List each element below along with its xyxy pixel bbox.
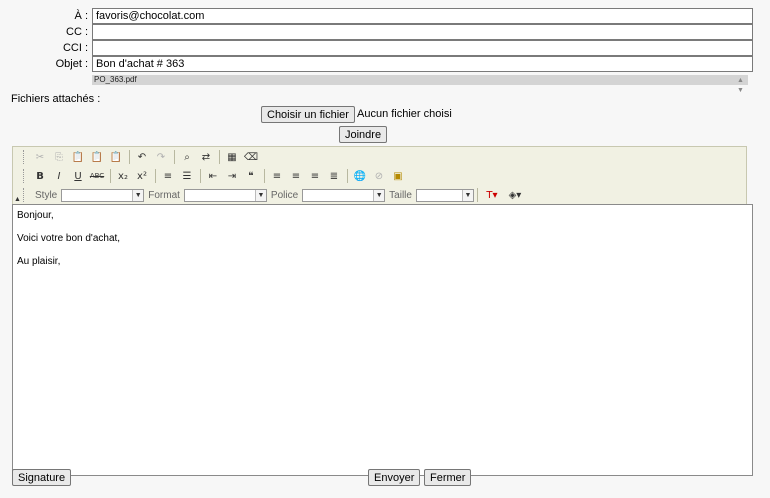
unlink-icon[interactable]: ⊘ [370,168,388,184]
toolbar-grip[interactable] [23,169,27,183]
justify-icon[interactable]: ≣ [325,168,343,184]
font-label: Police [270,189,299,201]
eraser-icon[interactable]: ⌫ [242,149,260,165]
chevron-down-icon[interactable]: ▼ [132,189,144,201]
image-icon[interactable]: ▣ [389,168,407,184]
attachment-item[interactable]: PO_363.pdf [94,75,137,84]
chevron-down-icon[interactable]: ▼ [254,189,266,201]
indent-icon[interactable]: ⇥ [223,168,241,184]
paste-text-icon[interactable]: 📋 [88,149,106,165]
toolbar-row-2: B I U ABC x₂ x² ≡ ☰ ⇤ ⇥ ❝ ≡ ≡ ≡ ≣ 🌐 ⊘ ▣ [23,167,408,185]
send-button[interactable]: Envoyer [368,469,421,486]
ordered-list-icon[interactable]: ≡ [159,168,177,184]
size-label: Taille [389,189,412,201]
replace-icon[interactable]: ⇄ [197,149,215,165]
message-editor[interactable]: Bonjour, Voici votre bon d'achat, Au pla… [12,204,753,476]
editor-line: Bonjour, [17,210,54,221]
table-icon[interactable]: ▦ [223,149,241,165]
unordered-list-icon[interactable]: ☰ [178,168,196,184]
chevron-down-icon[interactable]: ▼ [373,189,385,201]
link-icon[interactable]: 🌐 [351,168,369,184]
attachments-label: Fichiers attachés : [11,93,101,105]
subject-label: Objet : [55,58,88,70]
to-label: À : [74,10,88,22]
toolbar-grip[interactable] [23,150,27,164]
paste-word-icon[interactable]: 📋 [107,149,125,165]
cut-icon[interactable]: ✂ [31,149,49,165]
toolbar-row-1: ✂ ⎘ 📋 📋 📋 ↶ ↷ ⌕ ⇄ ▦ ⌫ [23,148,261,166]
underline-icon[interactable]: U [69,168,87,184]
blockquote-icon[interactable]: ❝ [242,168,260,184]
copy-icon[interactable]: ⎘ [50,149,68,165]
bcc-label: CCI : [62,42,88,54]
toolbar-grip[interactable] [23,188,27,202]
align-center-icon[interactable]: ≡ [287,168,305,184]
style-label: Style [35,189,58,201]
align-right-icon[interactable]: ≡ [306,168,324,184]
align-left-icon[interactable]: ≡ [268,168,286,184]
editor-toolbar: ✂ ⎘ 📋 📋 📋 ↶ ↷ ⌕ ⇄ ▦ ⌫ B I U ABC x₂ x² ≡ … [12,146,747,205]
font-combo[interactable]: ▼ [302,188,386,202]
toolbar-row-3: Style ▼ Format ▼ Police ▼ Taille ▼ T▾ ◈▾ [23,186,527,204]
bcc-field[interactable] [92,40,753,56]
find-icon[interactable]: ⌕ [178,149,196,165]
attachment-scrollbar[interactable]: ▲ ▼ [737,76,744,96]
bold-icon[interactable]: B [31,168,49,184]
background-color-icon[interactable]: ◈▾ [504,187,526,203]
style-combo[interactable]: ▼ [61,188,145,202]
subscript-icon[interactable]: x₂ [114,168,132,184]
paste-icon[interactable]: 📋 [69,149,87,165]
text-color-icon[interactable]: T▾ [481,187,503,203]
signature-button[interactable]: Signature [12,469,72,486]
undo-icon[interactable]: ↶ [133,149,151,165]
cc-field[interactable] [92,24,753,40]
to-field[interactable] [92,8,753,24]
editor-line: Au plaisir, [17,256,61,267]
outdent-icon[interactable]: ⇤ [204,168,222,184]
subject-field[interactable] [92,56,753,72]
choose-file-button[interactable]: Choisir un fichier [261,106,355,123]
editor-line: Voici votre bon d'achat, [17,233,121,244]
attach-button[interactable]: Joindre [339,126,388,143]
no-file-text: Aucun fichier choisi [357,108,452,120]
cc-label: CC : [66,26,88,38]
superscript-icon[interactable]: x² [133,168,151,184]
attachment-list[interactable]: PO_363.pdf [92,75,748,85]
size-combo[interactable]: ▼ [415,188,474,202]
chevron-down-icon[interactable]: ▼ [461,189,473,201]
format-label: Format [148,189,180,201]
format-combo[interactable]: ▼ [183,188,267,202]
close-button[interactable]: Fermer [424,469,472,486]
toolbar-collapse-icon[interactable]: ▲ [14,196,21,203]
italic-icon[interactable]: I [50,168,68,184]
redo-icon[interactable]: ↷ [152,149,170,165]
strikethrough-icon[interactable]: ABC [88,168,106,184]
